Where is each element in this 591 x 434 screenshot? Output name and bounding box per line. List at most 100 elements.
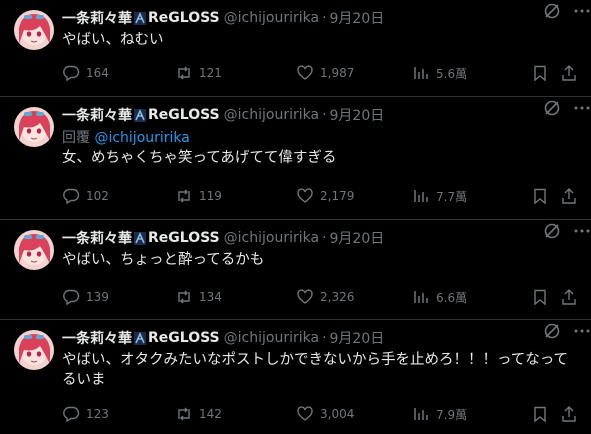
author-handle[interactable]: @ichijouririka <box>224 230 319 246</box>
reply-button[interactable]: 123 <box>62 405 109 423</box>
more-options-icon[interactable] <box>573 99 591 117</box>
bookmark-icon <box>534 289 546 306</box>
views-chart-icon <box>414 190 428 202</box>
views-button[interactable]: 7.9萬 <box>412 405 467 423</box>
tweet-header: 一条莉々華 ReGLOSS @ichijouririka · 9月20日 <box>62 328 579 348</box>
org-badge-icon <box>133 108 147 123</box>
heart-icon <box>297 188 313 203</box>
bookmark-button[interactable] <box>531 187 549 205</box>
tweet-date[interactable]: 9月20日 <box>330 228 385 248</box>
views-chart-icon <box>414 67 428 79</box>
retweet-button[interactable]: 142 <box>175 405 222 423</box>
reply-icon <box>63 289 80 306</box>
author-org: ReGLOSS <box>148 10 220 26</box>
separator-dot: · <box>322 230 327 246</box>
avatar[interactable] <box>14 230 54 270</box>
retweet-icon <box>178 407 190 421</box>
bookmark-icon <box>534 65 546 82</box>
heart-icon <box>297 406 313 421</box>
replying-to-label: 回覆 <box>62 130 90 146</box>
like-button[interactable]: 2,326 <box>296 288 354 306</box>
tweet[interactable]: 一条莉々華 ReGLOSS @ichijouririka · 9月20日 やばい… <box>0 0 591 97</box>
retweet-count: 119 <box>199 189 222 203</box>
grok-icon[interactable] <box>543 2 561 20</box>
tweet-header: 一条莉々華 ReGLOSS @ichijouririka · 9月20日 <box>62 228 579 248</box>
tweet-text: やばい、ちょっと酔ってるかも <box>62 252 265 268</box>
tweet-date[interactable]: 9月20日 <box>330 8 385 28</box>
retweet-count: 121 <box>199 66 222 80</box>
like-count: 2,326 <box>320 290 355 304</box>
org-badge-icon <box>133 11 147 26</box>
reply-count: 102 <box>86 189 109 203</box>
author-name[interactable]: 一条莉々華 <box>62 328 132 348</box>
author-org: ReGLOSS <box>148 107 220 123</box>
share-button[interactable] <box>560 405 578 423</box>
grok-icon[interactable] <box>543 222 561 240</box>
tweet[interactable]: 一条莉々華 ReGLOSS @ichijouririka · 9月20日 やばい… <box>0 220 591 320</box>
bookmark-button[interactable] <box>531 64 549 82</box>
reply-button[interactable]: 139 <box>62 288 109 306</box>
separator-dot: · <box>322 330 327 346</box>
views-button[interactable]: 7.7萬 <box>412 187 467 205</box>
share-icon <box>562 188 576 204</box>
reply-icon <box>63 406 80 423</box>
like-button[interactable]: 2,179 <box>296 187 354 205</box>
org-badge-icon <box>133 331 147 346</box>
tweet[interactable]: 一条莉々華 ReGLOSS @ichijouririka · 9月20日 やばい… <box>0 320 591 434</box>
bookmark-icon <box>534 406 546 423</box>
org-badge-icon <box>133 231 147 246</box>
share-icon <box>562 406 576 422</box>
tweet-date[interactable]: 9月20日 <box>330 105 385 125</box>
author-name[interactable]: 一条莉々華 <box>62 228 132 248</box>
replying-to: 回覆 @ichijouririka <box>62 127 579 146</box>
reply-button[interactable]: 102 <box>62 187 109 205</box>
author-handle[interactable]: @ichijouririka <box>224 107 319 123</box>
views-button[interactable]: 5.6萬 <box>412 64 467 82</box>
author-org: ReGLOSS <box>148 330 220 346</box>
more-options-icon[interactable] <box>573 2 591 20</box>
share-button[interactable] <box>560 64 578 82</box>
author-name[interactable]: 一条莉々華 <box>62 8 132 28</box>
views-chart-icon <box>414 408 428 420</box>
heart-icon <box>297 289 313 304</box>
reply-button[interactable]: 164 <box>62 64 109 82</box>
tweet-header: 一条莉々華 ReGLOSS @ichijouririka · 9月20日 <box>62 8 579 28</box>
grok-icon[interactable] <box>543 322 561 340</box>
avatar[interactable] <box>14 10 54 50</box>
views-button[interactable]: 6.6萬 <box>412 288 467 306</box>
share-icon <box>562 65 576 81</box>
view-count: 6.6萬 <box>436 290 468 305</box>
views-chart-icon <box>414 291 428 303</box>
bookmark-button[interactable] <box>531 405 549 423</box>
avatar[interactable] <box>14 330 54 370</box>
tweet[interactable]: 一条莉々華 ReGLOSS @ichijouririka · 9月20日 回覆 … <box>0 97 591 220</box>
like-count: 2,179 <box>320 189 355 203</box>
share-button[interactable] <box>560 288 578 306</box>
tweet-date[interactable]: 9月20日 <box>330 328 385 348</box>
retweet-icon <box>178 66 190 80</box>
like-button[interactable]: 1,987 <box>296 64 354 82</box>
retweet-button[interactable]: 134 <box>175 288 222 306</box>
avatar[interactable] <box>14 107 54 147</box>
separator-dot: · <box>322 107 327 123</box>
share-button[interactable] <box>560 187 578 205</box>
author-handle[interactable]: @ichijouririka <box>224 10 319 26</box>
share-icon <box>562 289 576 305</box>
more-options-icon[interactable] <box>573 222 591 240</box>
tweet-body: 一条莉々華 ReGLOSS @ichijouririka · 9月20日 やばい… <box>62 8 579 50</box>
tweet-body: 一条莉々華 ReGLOSS @ichijouririka · 9月20日 やばい… <box>62 328 579 390</box>
retweet-button[interactable]: 121 <box>175 64 222 82</box>
author-name[interactable]: 一条莉々華 <box>62 105 132 125</box>
bookmark-button[interactable] <box>531 288 549 306</box>
replying-to-mention[interactable]: @ichijouririka <box>94 130 189 146</box>
author-handle[interactable]: @ichijouririka <box>224 330 319 346</box>
grok-icon[interactable] <box>543 99 561 117</box>
tweet-body: 一条莉々華 ReGLOSS @ichijouririka · 9月20日 やばい… <box>62 228 579 270</box>
like-count: 3,004 <box>320 407 355 421</box>
more-options-icon[interactable] <box>573 322 591 340</box>
retweet-button[interactable]: 119 <box>175 187 222 205</box>
like-button[interactable]: 3,004 <box>296 405 354 423</box>
view-count: 7.9萬 <box>436 407 468 422</box>
author-org: ReGLOSS <box>148 230 220 246</box>
tweet-feed: 一条莉々華 ReGLOSS @ichijouririka · 9月20日 やばい… <box>0 0 591 434</box>
